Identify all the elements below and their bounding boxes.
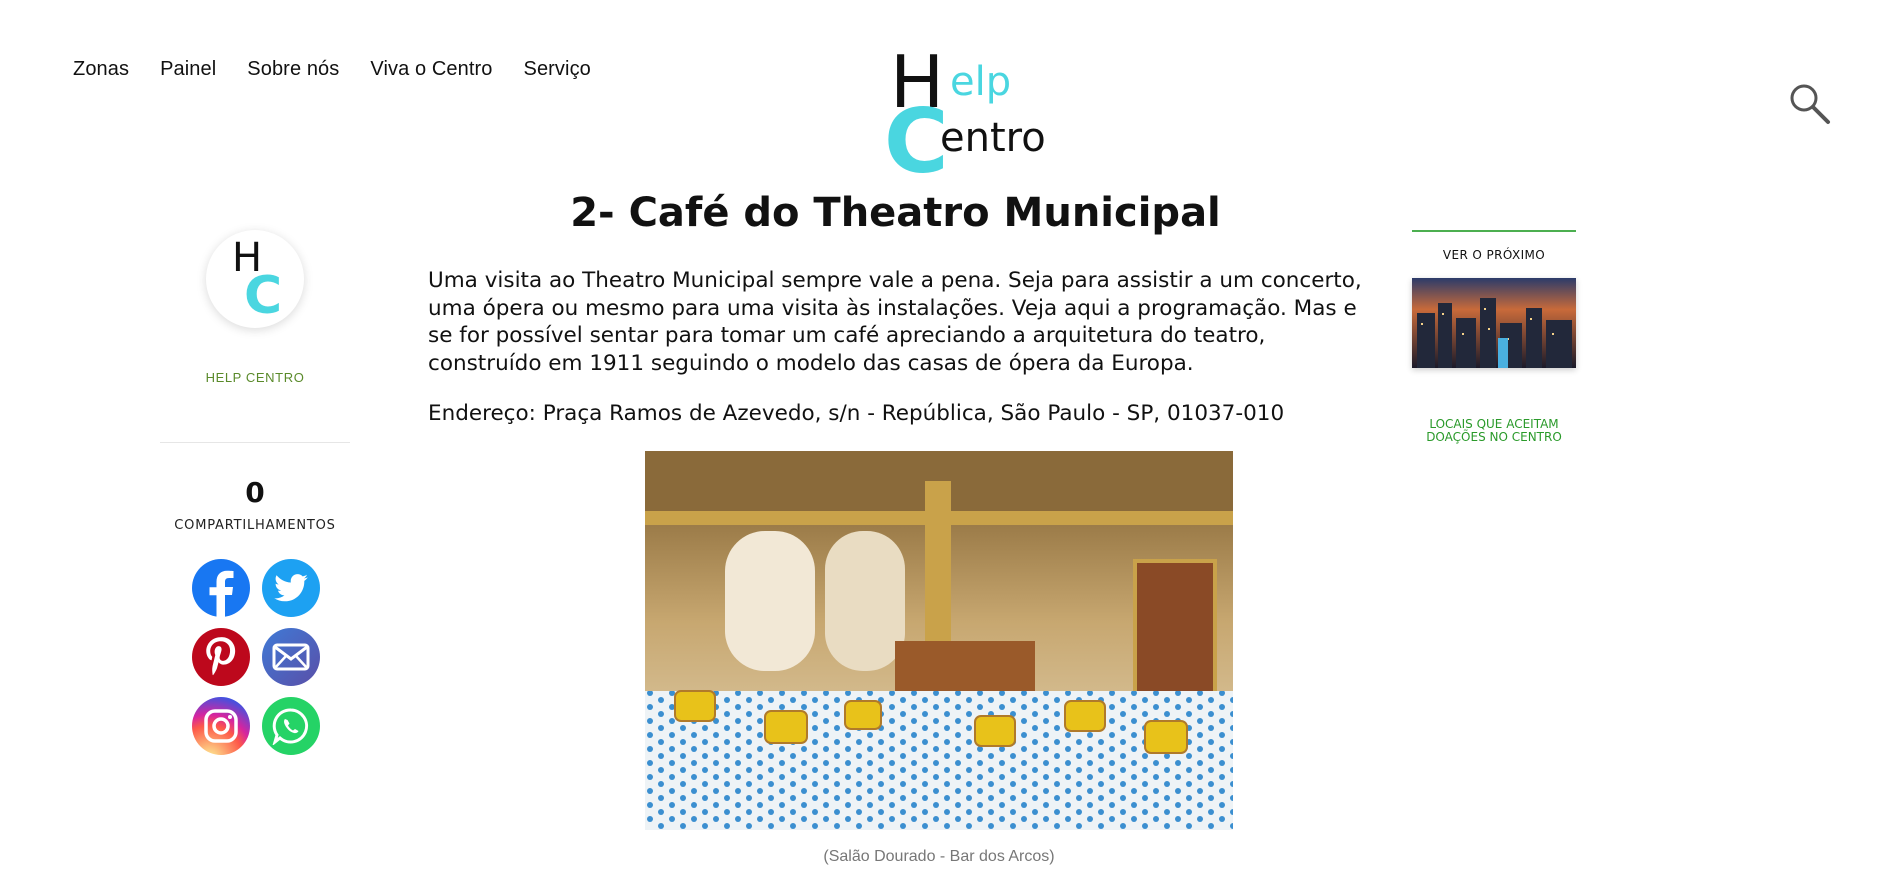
nav-item-zonas[interactable]: Zonas [73, 58, 129, 81]
email-share-button[interactable] [262, 628, 320, 686]
nav-item-painel[interactable]: Painel [160, 58, 216, 81]
instagram-icon [204, 709, 238, 743]
donations-link-line2: DOAÇÕES NO CENTRO [1426, 430, 1562, 444]
next-post-divider [1412, 230, 1576, 232]
donations-link[interactable]: LOCAIS QUE ACEITAM DOAÇÕES NO CENTRO [1412, 418, 1576, 444]
search-icon [1790, 84, 1830, 124]
photo-caption: (Salão Dourado - Bar dos Arcos) [823, 848, 1055, 865]
nav-item-servico[interactable]: Serviço [524, 58, 591, 81]
nav-item-viva-o-centro[interactable]: Viva o Centro [370, 58, 492, 81]
sidebar-divider [160, 442, 350, 443]
facebook-icon [209, 570, 234, 617]
avatar[interactable]: H C [206, 230, 304, 328]
author-block: H C HELP CENTRO [160, 230, 350, 385]
avatar-letter-c: C [244, 266, 283, 326]
nav-item-sobre-nos[interactable]: Sobre nós [247, 58, 339, 81]
email-icon [272, 643, 310, 671]
pinterest-share-button[interactable] [192, 628, 250, 686]
article-title: 2- Café do Theatro Municipal [570, 190, 1221, 236]
main-nav: Zonas Painel Sobre nós Viva o Centro Ser… [73, 58, 591, 81]
search-button[interactable] [1788, 82, 1832, 126]
facebook-share-button[interactable] [192, 559, 250, 617]
twitter-icon [274, 574, 308, 602]
article-address: Endereço: Praça Ramos de Azevedo, s/n - … [428, 401, 1285, 426]
pinterest-icon [206, 637, 236, 676]
share-buttons [192, 559, 322, 755]
site-logo[interactable]: H elp C entro [884, 46, 1050, 186]
logo-letter-c: C [884, 90, 949, 193]
article-photo [645, 451, 1233, 830]
author-name[interactable]: HELP CENTRO [160, 370, 350, 385]
instagram-share-button[interactable] [192, 697, 250, 755]
share-count: 0 [245, 476, 265, 509]
share-label: COMPARTILHAMENTOS [174, 518, 336, 533]
next-post-box: VER O PRÓXIMO [1412, 230, 1576, 368]
next-post-thumbnail[interactable] [1412, 278, 1576, 368]
article-paragraph: Uma visita ao Theatro Municipal sempre v… [428, 268, 1362, 376]
logo-text-elp: elp [950, 59, 1012, 105]
logo-text-entro: entro [940, 115, 1046, 161]
twitter-share-button[interactable] [262, 559, 320, 617]
whatsapp-share-button[interactable] [262, 697, 320, 755]
whatsapp-icon [272, 708, 309, 745]
next-post-label: VER O PRÓXIMO [1442, 248, 1546, 262]
